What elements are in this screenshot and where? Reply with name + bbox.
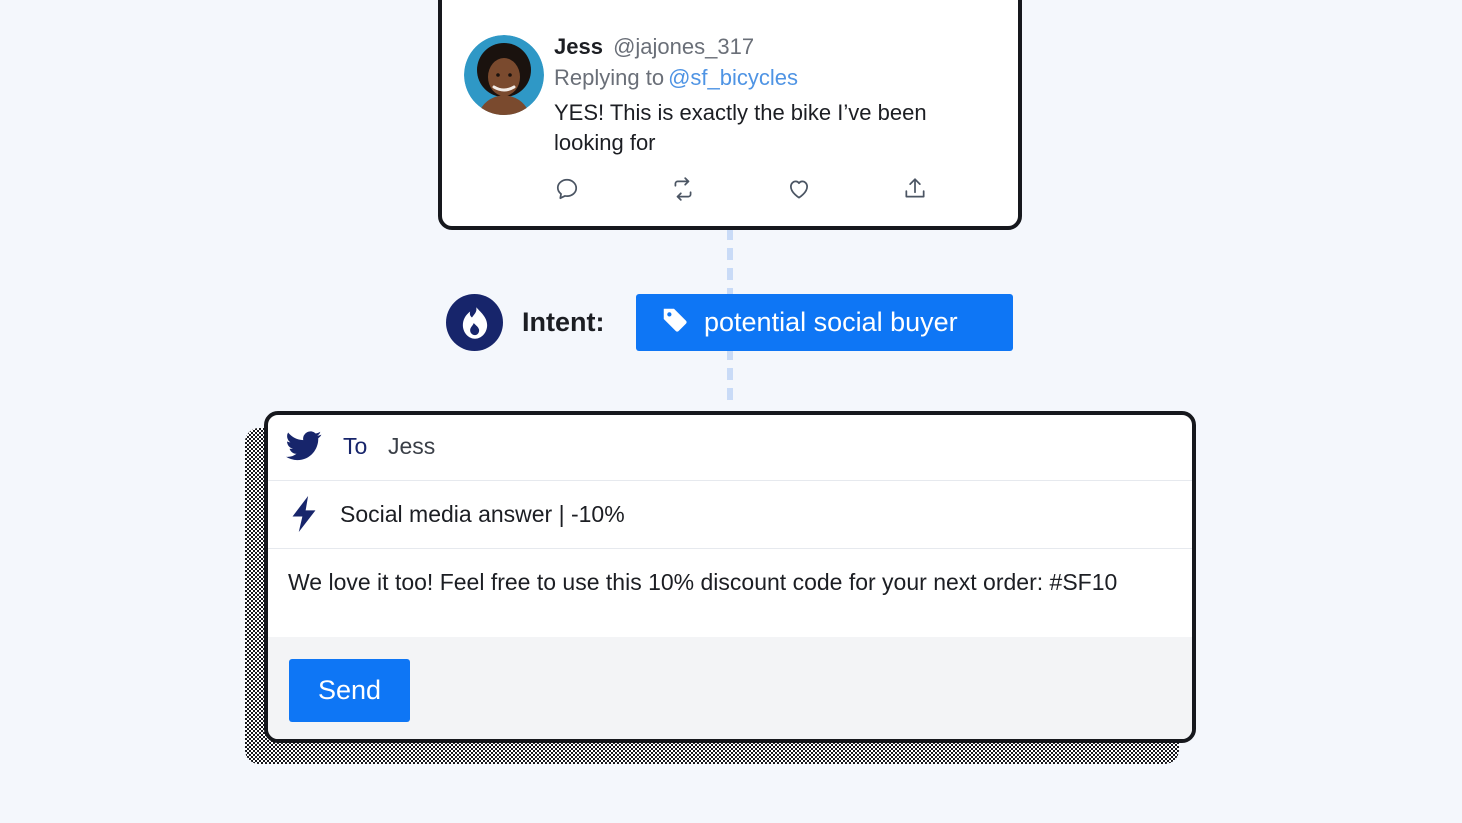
replying-prefix: Replying to [554,65,665,90]
flame-icon [446,294,503,351]
intent-label: Intent: [522,307,605,337]
tweet-body: Jess @jajones_317 Replying to @sf_bicycle… [554,32,994,158]
tweet-header: Jess @jajones_317 [554,32,994,62]
heart-icon[interactable] [786,176,812,202]
composer-footer: Send [268,637,1192,739]
intent-tag[interactable]: potential social buyer [636,294,1013,351]
tweet-author-handle[interactable]: @jajones_317 [613,34,754,59]
recipient-row: To Jess [268,415,1192,481]
retweet-icon[interactable] [670,176,696,202]
tag-icon [660,305,690,340]
recipient-field[interactable]: Jess [388,431,435,461]
reply-icon[interactable] [554,176,580,202]
tweet-replying-line: Replying to @sf_bicycles [554,62,994,94]
macro-selector[interactable]: Social media answer | -10% [340,497,625,531]
replying-to-link[interactable]: @sf_bicycles [668,65,798,90]
tweet-actions [554,176,954,206]
lightning-icon [290,496,318,532]
send-button[interactable]: Send [289,659,410,722]
message-row: We love it too! Feel free to use this 10… [268,549,1192,637]
intent-tag-label: potential social buyer [704,307,958,337]
share-icon[interactable] [902,176,928,202]
to-label: To [343,433,368,459]
message-input[interactable]: We love it too! Feel free to use this 10… [288,567,1183,597]
tweet-card: Jess @jajones_317 Replying to @sf_bicycle… [438,0,1022,230]
tweet-text: YES! This is exactly the bike I’ve been … [554,100,927,155]
reply-composer: To Jess Social media answer | -10% We lo… [264,411,1196,743]
avatar [464,35,544,115]
twitter-icon [286,431,322,461]
macro-row: Social media answer | -10% [268,481,1192,549]
tweet-author-name[interactable]: Jess [554,34,603,59]
stage: Jess @jajones_317 Replying to @sf_bicycle… [0,0,1462,823]
